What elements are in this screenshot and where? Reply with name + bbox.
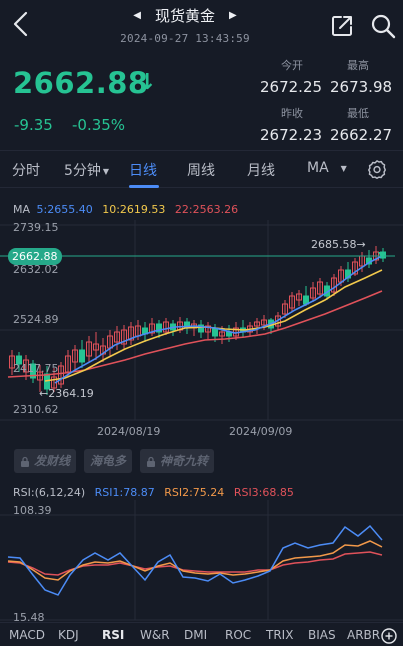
rsi1-line — [7, 524, 383, 596]
active-tab-indicator — [129, 185, 159, 188]
ma5-value: 5:2655.40 — [36, 203, 93, 216]
prev-close-value: 2672.23 — [260, 126, 323, 144]
low-label: 最低 — [347, 107, 369, 120]
price-change-percent: -0.35% — [72, 116, 126, 134]
chip-label: 海龟多 — [90, 454, 127, 468]
tab-arbr[interactable]: ARBR — [347, 628, 380, 642]
tab-monthly[interactable]: 月线 — [247, 160, 275, 180]
page-title: 现货黄金 — [154, 7, 215, 25]
ma22-line — [7, 290, 383, 378]
open-label: 今开 — [281, 59, 303, 72]
share-icon[interactable] — [330, 14, 354, 38]
ma5-line — [54, 255, 383, 384]
tab-5min-label: 5分钟 — [64, 163, 101, 179]
gear-icon[interactable] — [366, 159, 388, 181]
feature-chips: 发财线 海龟多 神奇九转 — [14, 449, 215, 475]
prev-close-label: 昨收 — [281, 107, 303, 120]
rsi3-value: RSI3:68.85 — [233, 486, 294, 499]
rsi3-line — [7, 551, 383, 576]
tab-macd[interactable]: MACD — [9, 628, 45, 642]
indicator-tabs: MACD KDJ RSI W&R DMI ROC TRIX BIAS ARBR — [0, 622, 403, 646]
low-annotation: ←2364.19 — [39, 387, 94, 400]
tab-5min[interactable]: 5分钟 ▼ — [64, 160, 109, 180]
tab-ma[interactable]: MA ▼ — [307, 160, 347, 176]
tab-rsi[interactable]: RSI — [102, 628, 124, 642]
ma-legend: MA 5:2655.40 10:2619.53 22:2563.26 — [13, 203, 244, 216]
down-arrow-icon: ↓ — [138, 70, 157, 95]
tab-bias[interactable]: BIAS — [308, 628, 336, 642]
chip-label: 发财线 — [34, 454, 71, 468]
search-icon[interactable] — [370, 13, 396, 39]
y-tick-top: 2739.15 — [13, 221, 59, 234]
rsi1-value: RSI1:78.87 — [94, 486, 155, 499]
chevron-left-icon[interactable] — [10, 10, 34, 38]
high-label: 最高 — [347, 59, 369, 72]
next-instrument-arrow[interactable]: ▶ — [229, 10, 237, 21]
y-tick-3: 2524.89 — [13, 313, 59, 326]
low-value: 2662.27 — [330, 126, 393, 144]
rsi2-value: RSI2:75.24 — [164, 486, 225, 499]
quote-datetime: 2024-09-27 13:43:59 — [120, 32, 250, 45]
price-change: -9.35 — [14, 116, 53, 134]
rsi-y-top: 108.39 — [13, 504, 52, 517]
ma10-value: 10:2619.53 — [102, 203, 166, 216]
tab-ma-label: MA — [307, 160, 329, 176]
period-tabs: 分时 5分钟 ▼ 日线 周线 月线 MA ▼ — [0, 150, 403, 188]
title-block: ◀ 现货黄金 ▶ 2024-09-27 13:43:59 — [110, 5, 260, 45]
chip-turtle-long[interactable]: 海龟多 — [84, 449, 133, 473]
ma-legend-label: MA — [13, 203, 31, 216]
rsi-chart[interactable] — [0, 500, 403, 622]
quote-panel: 2662.88 ↓ -9.35 -0.35% 今开 2672.25 最高 267… — [0, 50, 403, 150]
y-tick-bottom: 2310.62 — [13, 403, 59, 416]
x-tick-1: 2024/08/19 — [97, 425, 161, 438]
current-price: 2662.88 — [13, 66, 149, 100]
lock-icon — [21, 456, 29, 467]
rsi-params: RSI:(6,12,24) — [13, 486, 86, 499]
caret-down-icon: ▼ — [340, 163, 347, 173]
chip-label: 神奇九转 — [160, 454, 209, 468]
prev-instrument-arrow[interactable]: ◀ — [133, 10, 141, 21]
high-annotation: 2685.58→ — [311, 238, 366, 251]
high-value: 2673.98 — [330, 78, 393, 96]
lock-icon — [147, 456, 156, 467]
tab-kdj[interactable]: KDJ — [58, 628, 79, 642]
chip-magic-nine[interactable]: 神奇九转 — [140, 449, 215, 473]
open-value: 2672.25 — [260, 78, 323, 96]
rsi2-line — [7, 540, 383, 581]
nav-bar: ◀ 现货黄金 ▶ 2024-09-27 13:43:59 — [0, 0, 403, 50]
rsi-legend: RSI:(6,12,24) RSI1:78.87 RSI2:75.24 RSI3… — [13, 486, 300, 499]
plus-circle-icon[interactable] — [381, 628, 397, 644]
tab-trix[interactable]: TRIX — [266, 628, 293, 642]
candle-body — [79, 349, 85, 363]
tab-roc[interactable]: ROC — [225, 628, 251, 642]
tab-intraday[interactable]: 分时 — [12, 160, 40, 180]
tab-wr[interactable]: W&R — [140, 628, 170, 642]
y-tick-2: 2632.02 — [13, 263, 59, 276]
y-tick-4: 2417.75 — [13, 362, 59, 375]
tab-dmi[interactable]: DMI — [184, 628, 207, 642]
tab-daily[interactable]: 日线 — [129, 160, 157, 180]
caret-down-icon: ▼ — [102, 166, 110, 176]
x-tick-2: 2024/09/09 — [229, 425, 293, 438]
ma22-value: 22:2563.26 — [174, 203, 239, 216]
tab-weekly[interactable]: 周线 — [187, 160, 215, 180]
chip-facai-line[interactable]: 发财线 — [14, 449, 77, 473]
